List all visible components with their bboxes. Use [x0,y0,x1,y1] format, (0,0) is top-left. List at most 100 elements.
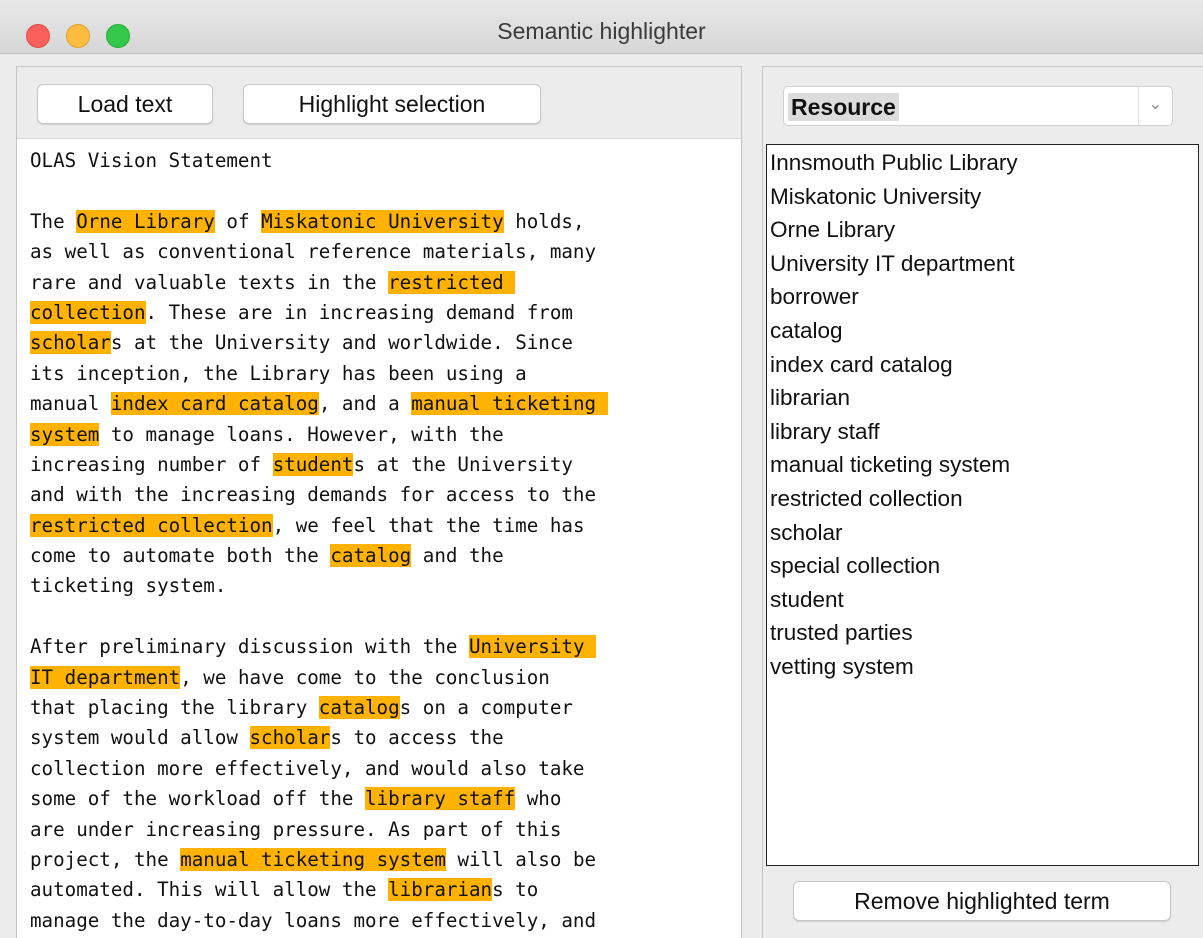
title-bar: Semantic highlighter [0,0,1203,54]
text-segment: s at the University [353,452,573,476]
document-line: collection more effectively, and would a… [30,754,741,784]
text-segment: OLAS Vision Statement [30,149,273,172]
chevron-down-icon[interactable]: ⌄ [1138,87,1172,125]
highlighted-term: catalog [330,544,412,568]
document-line: scholars at the University and worldwide… [30,328,741,358]
text-segment: are under increasing pressure. As part o… [30,817,562,841]
list-item[interactable]: catalog [770,314,843,348]
text-segment: who [515,787,562,811]
text-segment: to manage loans. However, with the [99,422,504,446]
text-segment: , and a [318,392,412,416]
document-line: manual index card catalog, and a manual … [30,389,741,419]
text-segment: , we feel that the time has [272,513,585,537]
document-line: increasing number of students at the Uni… [30,450,741,480]
highlighted-term: restricted collection [30,513,273,537]
list-item[interactable]: library staff [770,415,880,449]
document-line: some of the workload off the library sta… [30,784,741,814]
document-line: that placing the library catalogs on a c… [30,693,741,723]
category-select[interactable]: Resource ⌄ [783,86,1173,126]
list-item[interactable]: special collection [770,549,940,583]
list-item[interactable]: borrower [770,280,859,314]
load-text-button[interactable]: Load text [37,84,213,124]
highlighted-term: library staff [365,787,516,811]
text-segment: manual [30,392,111,416]
text-segment: The [30,209,77,233]
document-line: rare and valuable texts in the restricte… [30,268,741,298]
highlighted-term: system [30,422,100,446]
terms-panel: Resource ⌄ Innsmouth Public Library Miska… [762,66,1203,938]
text-segment: as well as conventional reference materi… [30,240,597,264]
highlighted-term: collection [30,300,146,324]
document-line: ticketing system. [30,571,741,601]
document-line: After preliminary discussion with the Un… [30,632,741,662]
document-line [30,602,741,632]
list-item[interactable]: Orne Library [770,213,895,247]
list-item[interactable]: index card catalog [770,348,953,382]
list-item[interactable]: restricted collection [770,482,963,516]
highlighted-term: Miskatonic University [261,209,504,233]
document-line: are under increasing pressure. As part o… [30,815,741,845]
document-line: automated. This will allow the librarian… [30,875,741,905]
document-line: OLAS Vision Statement [30,146,741,176]
highlighted-term: Orne Library [76,209,215,233]
list-item[interactable]: manual ticketing system [770,448,1010,482]
document-line [30,176,741,206]
text-panel: Load text Highlight selection OLAS Visio… [16,66,742,938]
text-segment: holds, [503,209,585,233]
text-segment: come to automate both the [30,544,331,568]
list-item[interactable]: Miskatonic University [770,180,981,214]
list-item[interactable]: student [770,583,844,617]
text-segment: s to access the [330,726,504,750]
window-title: Semantic highlighter [497,18,706,44]
document-line: project, the manual ticketing system wil… [30,845,741,875]
document-line: collection. These are in increasing dema… [30,298,741,328]
highlighted-term: catalog [318,696,400,720]
text-segment: s on a computer [399,696,573,720]
list-item[interactable]: trusted parties [770,616,913,650]
document-text-area[interactable]: OLAS Vision Statement The Orne Library of… [17,138,741,938]
document-line: IT department, we have come to the concl… [30,663,741,693]
text-segment: collection more effectively, and would a… [30,756,585,780]
text-segment: , we have come to the conclusion [180,665,550,689]
text-segment: project, the [30,847,181,871]
highlighted-term: manual ticketing [411,392,608,416]
text-segment: that placing the library [30,696,319,720]
text-segment: manage the day-to-day loans more effecti… [30,908,597,932]
category-select-value: Resource [788,93,899,121]
text-segment: increasing number of [30,452,273,476]
document-line: system would allow scholars to access th… [30,723,741,753]
highlighted-term: index card catalog [110,392,319,416]
remove-highlighted-term-button[interactable]: Remove highlighted term [793,881,1171,921]
document-line: as well as conventional reference materi… [30,237,741,267]
text-segment: and the [411,544,504,568]
highlight-selection-button[interactable]: Highlight selection [243,84,541,124]
text-segment: will also be [445,847,597,871]
text-segment: . These are in increasing demand from [145,300,573,324]
list-item[interactable]: University IT department [770,247,1015,281]
text-segment: and with the increasing demands for acce… [30,483,597,507]
list-item[interactable]: librarian [770,381,850,415]
document-line: its inception, the Library has been usin… [30,359,741,389]
highlighted-term: scholar [30,331,111,355]
text-segment: ticketing system. [30,574,227,598]
list-item[interactable]: scholar [770,516,843,550]
highlighted-term: manual ticketing system [180,847,446,871]
highlighted-term: student [272,452,354,476]
text-segment: After preliminary discussion with the [30,635,469,659]
text-segment: its inception, the Library has been usin… [30,361,527,385]
highlighted-term: scholar [249,726,331,750]
text-segment: some of the workload off the [30,787,366,811]
document-line: system to manage loans. However, with th… [30,420,741,450]
list-item[interactable]: Innsmouth Public Library [770,146,1018,180]
document-line: manage the day-to-day loans more effecti… [30,906,741,936]
text-segment: s to [492,878,539,902]
text-segment: s at the University and worldwide. Since [110,331,573,355]
text-segment: rare and valuable texts in the [30,270,389,294]
terms-list[interactable]: Innsmouth Public Library Miskatonic Unive… [766,144,1199,866]
highlighted-term: University [468,635,597,659]
highlighted-term: restricted [388,270,516,294]
highlighted-term: librarian [388,878,493,902]
document-line: and with the increasing demands for acce… [30,480,741,510]
document-line: restricted collection, we feel that the … [30,511,741,541]
list-item[interactable]: vetting system [770,650,914,684]
